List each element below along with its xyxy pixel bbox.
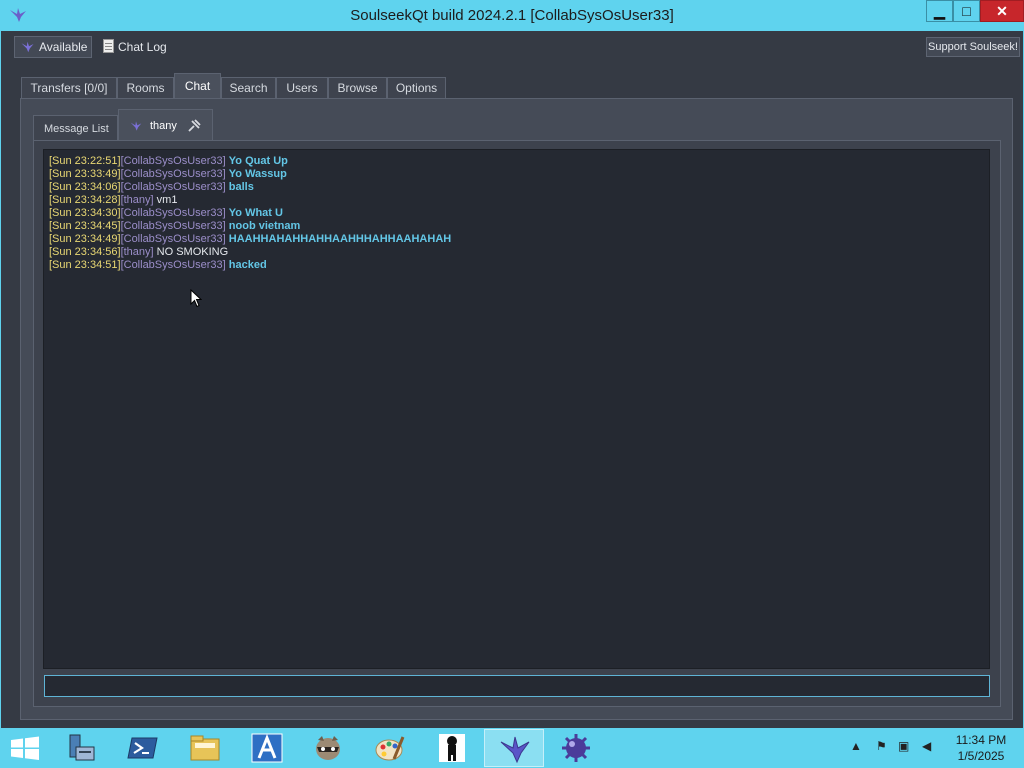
message-timestamp: [Sun 23:34:49] [49, 233, 121, 245]
clock-time: 11:34 PM [955, 733, 1007, 747]
message-timestamp: [Sun 23:34:28] [49, 194, 121, 206]
message-text: noob vietnam [228, 220, 301, 232]
message-username[interactable]: [CollabSysOsUser33] [121, 168, 226, 180]
tab-search[interactable]: Search [221, 77, 276, 98]
soulseek-bird-icon [21, 41, 34, 53]
chat-message: [Sun 23:34:51][CollabSysOsUser33] hacked [49, 259, 984, 272]
taskbar-powershell[interactable] [113, 729, 173, 767]
taskbar-server-manager[interactable] [52, 729, 112, 767]
tab-options[interactable]: Options [387, 77, 446, 98]
show-hidden-icons-icon[interactable]: ▲ [850, 739, 866, 755]
powershell-icon [127, 737, 158, 759]
taskbar-raccoon[interactable] [298, 729, 358, 767]
tab-transfers[interactable]: Transfers [0/0] [21, 77, 117, 98]
action-center-icon[interactable]: ⚑ [876, 739, 892, 755]
message-timestamp: [Sun 23:33:49] [49, 168, 121, 180]
message-username[interactable]: [CollabSysOsUser33] [121, 155, 226, 167]
server-manager-icon [69, 734, 95, 761]
clock-date: 1/5/2025 [957, 749, 1005, 763]
pin-icon[interactable] [186, 118, 202, 134]
message-timestamp: [Sun 23:34:45] [49, 220, 121, 232]
chat-log-button[interactable]: Chat Log [101, 38, 167, 56]
maximize-button[interactable]: □ [953, 0, 980, 22]
taskbar-soulseek[interactable] [484, 729, 544, 767]
taskbar-app-a[interactable] [237, 729, 297, 767]
message-timestamp: [Sun 23:34:30] [49, 207, 121, 219]
app-a-icon [251, 733, 283, 763]
message-text: Yo Quat Up [228, 155, 288, 167]
chat-message: [Sun 23:34:49][CollabSysOsUser33] HAAHHA… [49, 233, 984, 246]
figure-icon [439, 734, 465, 762]
tab-message-list[interactable]: Message List [33, 115, 118, 141]
raccoon-icon [316, 736, 340, 760]
message-text: balls [228, 181, 254, 193]
tab-browse[interactable]: Browse [328, 77, 387, 98]
taskbar-mine[interactable] [546, 729, 606, 767]
taskbar: ▲ ⚑ ▣ ◀ 11:34 PM 1/5/2025 [0, 728, 1024, 768]
message-username[interactable]: [CollabSysOsUser33] [121, 259, 226, 271]
taskbar-file-explorer[interactable] [175, 729, 235, 767]
minimize-button[interactable]: ▁ [926, 0, 953, 22]
message-text: vm1 [156, 194, 178, 206]
mine-icon [562, 734, 590, 762]
chat-message: [Sun 23:34:30][CollabSysOsUser33] Yo Wha… [49, 207, 984, 220]
message-text: hacked [228, 259, 267, 271]
network-icon[interactable]: ▣ [898, 739, 914, 755]
taskbar-figure[interactable] [422, 729, 482, 767]
mouse-cursor-icon [190, 289, 202, 308]
message-timestamp: [Sun 23:22:51] [49, 155, 121, 167]
toolbar: Available Chat Log Support Soulseek! [1, 31, 1023, 63]
app-window: Available Chat Log Support Soulseek! Tra… [0, 31, 1024, 728]
message-username[interactable]: [thany] [121, 246, 154, 258]
message-username[interactable]: [thany] [121, 194, 154, 206]
message-username[interactable]: [CollabSysOsUser33] [121, 233, 226, 245]
message-timestamp: [Sun 23:34:56] [49, 246, 121, 258]
message-username[interactable]: [CollabSysOsUser33] [121, 207, 226, 219]
taskbar-clock[interactable]: 11:34 PM 1/5/2025 [948, 732, 1014, 764]
chat-message: [Sun 23:34:56][thany] NO SMOKING [49, 246, 984, 259]
message-text: NO SMOKING [156, 246, 229, 258]
tab-chat[interactable]: Chat [174, 73, 221, 98]
paint-icon [375, 736, 405, 761]
chat-tab-label: thany [150, 120, 177, 132]
chat-log-label: Chat Log [118, 40, 167, 54]
close-button[interactable]: ✕ [980, 0, 1024, 22]
taskbar-paint[interactable] [360, 729, 420, 767]
status-button[interactable]: Available [14, 36, 92, 58]
support-soulseek-button[interactable]: Support Soulseek! [926, 37, 1020, 57]
chat-message: [Sun 23:34:45][CollabSysOsUser33] noob v… [49, 220, 984, 233]
status-label: Available [39, 40, 88, 54]
window-title: SoulseekQt build 2024.2.1 [CollabSysOsUs… [350, 7, 674, 24]
window-titlebar[interactable]: SoulseekQt build 2024.2.1 [CollabSysOsUs… [0, 0, 1024, 31]
chat-message: [Sun 23:34:06][CollabSysOsUser33] balls [49, 181, 984, 194]
message-username[interactable]: [CollabSysOsUser33] [121, 220, 226, 232]
message-text: Yo What U [228, 207, 283, 219]
soulseek-icon [500, 736, 530, 764]
windows-start-icon[interactable] [0, 728, 50, 768]
notepad-icon [103, 39, 114, 53]
volume-icon[interactable]: ◀ [922, 739, 938, 755]
chat-message: [Sun 23:22:51][CollabSysOsUser33] Yo Qua… [49, 155, 984, 168]
message-timestamp: [Sun 23:34:51] [49, 259, 121, 271]
chat-message: [Sun 23:33:49][CollabSysOsUser33] Yo Was… [49, 168, 984, 181]
message-username[interactable]: [CollabSysOsUser33] [121, 181, 226, 193]
tab-rooms[interactable]: Rooms [117, 77, 174, 98]
file-explorer-icon [190, 735, 220, 761]
soulseek-bird-icon [130, 121, 142, 131]
message-text: Yo Wassup [228, 168, 287, 180]
chat-message: [Sun 23:34:28][thany] vm1 [49, 194, 984, 207]
message-timestamp: [Sun 23:34:06] [49, 181, 121, 193]
chat-messages[interactable]: [Sun 23:22:51][CollabSysOsUser33] Yo Qua… [43, 149, 990, 669]
tab-users[interactable]: Users [276, 77, 328, 98]
tab-chat-thany[interactable]: thany [118, 109, 213, 141]
chat-input[interactable] [44, 675, 990, 697]
message-text: HAAHHAHAHHAHHAAHHHAHHAAHAHAH [228, 233, 452, 245]
